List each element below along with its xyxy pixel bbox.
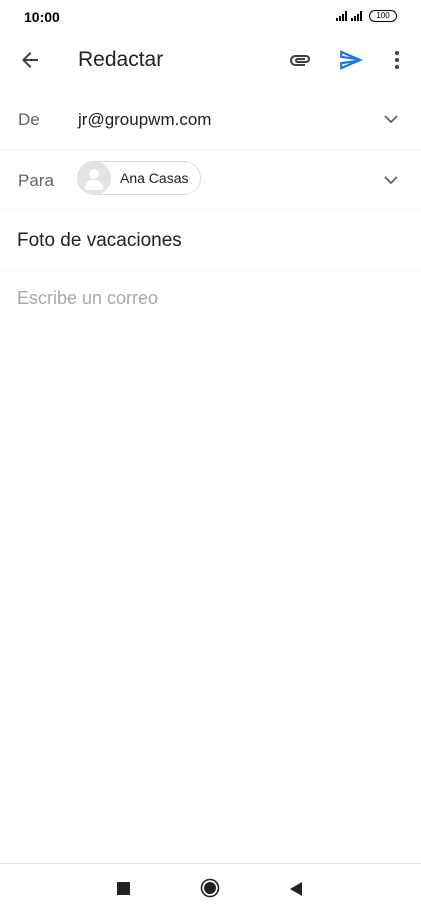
battery-icon: 100	[369, 10, 397, 22]
recents-icon[interactable]	[117, 882, 130, 895]
recipient-chip[interactable]: Ana Casas	[77, 161, 202, 195]
more-vert-icon	[395, 51, 399, 69]
back-button[interactable]	[12, 42, 48, 78]
status-bar: 10:00 100	[0, 0, 421, 36]
from-label: De	[18, 110, 40, 129]
send-icon	[340, 50, 363, 70]
chevron-down-icon[interactable]	[383, 111, 399, 127]
compose-app-bar: Redactar	[0, 36, 421, 84]
chevron-down-icon[interactable]	[383, 172, 399, 188]
arrow-back-icon	[22, 52, 38, 68]
status-indicators: 100	[336, 10, 397, 22]
more-options-button[interactable]	[379, 42, 415, 78]
body-field[interactable]: Escribe un correo	[17, 288, 158, 309]
from-row[interactable]: De jr@groupwm.com	[0, 90, 421, 150]
paperclip-icon	[290, 55, 310, 66]
signal-icon	[336, 11, 347, 21]
status-time: 10:00	[24, 9, 60, 25]
from-value: jr@groupwm.com	[78, 110, 212, 129]
person-icon	[89, 169, 99, 179]
back-icon[interactable]	[289, 881, 303, 897]
signal-icon	[351, 11, 362, 21]
send-button[interactable]	[333, 42, 369, 78]
to-row[interactable]: Para Ana Casas	[0, 150, 421, 210]
recipient-name: Ana Casas	[120, 170, 189, 186]
to-label: Para	[18, 171, 54, 190]
subject-row[interactable]: Foto de vacaciones	[0, 210, 421, 271]
navigation-bar	[0, 864, 421, 914]
avatar	[77, 161, 111, 195]
home-icon[interactable]	[200, 878, 220, 898]
subject-field[interactable]: Foto de vacaciones	[17, 230, 182, 252]
attach-button[interactable]	[282, 42, 318, 78]
page-title: Redactar	[78, 48, 164, 71]
